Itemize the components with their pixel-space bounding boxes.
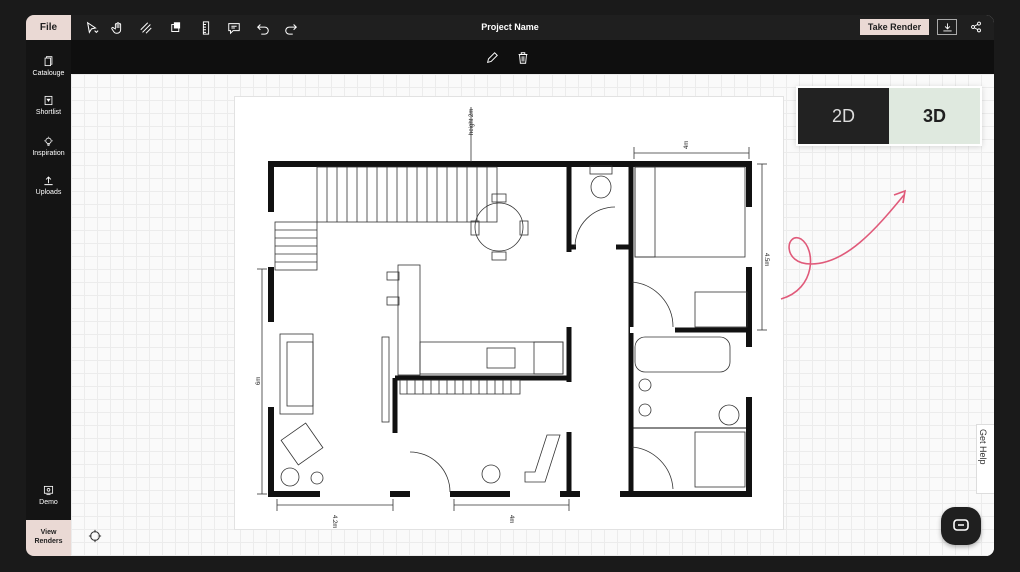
- sidebar-item-label: Demo: [39, 499, 58, 506]
- design-canvas[interactable]: height 2m 6m 4.5m 4m 4.2m 4m 2D 3D Get H…: [71, 74, 994, 556]
- top-toolbar: File Project Name Take Render: [26, 15, 994, 40]
- ruler-icon[interactable]: [197, 19, 215, 36]
- layer-icon[interactable]: [165, 19, 189, 36]
- share-button[interactable]: [967, 19, 985, 35]
- sidebar-item-label: Catalouge: [32, 70, 65, 77]
- trash-icon[interactable]: [514, 49, 532, 66]
- pointer-arrow-icon: [780, 189, 907, 300]
- left-dimension-label: 6m: [256, 377, 262, 385]
- edit-toolbar: [71, 40, 994, 74]
- demo-icon: [43, 485, 54, 496]
- download-button[interactable]: [937, 19, 957, 35]
- comment-icon[interactable]: [225, 19, 243, 36]
- undo-icon[interactable]: [254, 19, 272, 36]
- bottom-left-dimension-label: 4.2m: [331, 515, 337, 528]
- chat-icon: [953, 519, 969, 531]
- sidebar-item-catalogue[interactable]: Catalouge: [26, 56, 71, 94]
- crosshair-icon: [88, 529, 102, 543]
- recenter-button[interactable]: [83, 524, 107, 548]
- sidebar-item-uploads[interactable]: Uploads: [26, 175, 71, 213]
- height-dimension-label: height 2m: [469, 109, 475, 135]
- upload-icon: [44, 176, 53, 186]
- view-mode-toggle: 2D 3D: [796, 86, 982, 146]
- take-render-button[interactable]: Take Render: [860, 19, 929, 35]
- sidebar-item-inspiration[interactable]: Inspiration: [26, 136, 71, 174]
- get-help-tab[interactable]: Get Help: [976, 424, 994, 494]
- sidebar-item-shortlist[interactable]: Shortlist: [26, 95, 71, 133]
- redo-icon[interactable]: [282, 19, 300, 36]
- chat-button[interactable]: [941, 507, 981, 545]
- bulb-icon: [44, 136, 53, 147]
- hatch-icon[interactable]: [137, 19, 155, 36]
- right-dimension-label: 4.5m: [763, 253, 769, 266]
- top-right-dimension-label: 4m: [684, 141, 690, 149]
- bottom-mid-dimension-label: 4m: [508, 515, 514, 523]
- sidebar-item-label: Inspiration: [32, 150, 65, 157]
- view-renders-button[interactable]: View Renders: [26, 520, 71, 556]
- sidebar-item-label: Shortlist: [35, 109, 62, 116]
- sidebar-item-demo[interactable]: Demo: [26, 485, 71, 523]
- bookmark-icon: [44, 95, 53, 106]
- pencil-icon[interactable]: [483, 49, 501, 66]
- floorplan-drawing: height 2m 6m 4.5m 4m 4.2m 4m: [256, 107, 769, 528]
- toggle-3d[interactable]: 3D: [889, 88, 980, 144]
- sidebar: Catalouge Shortlist Inspiration Uploads …: [26, 40, 71, 556]
- toggle-2d[interactable]: 2D: [798, 88, 889, 144]
- share-icon: [971, 21, 981, 33]
- download-icon: [942, 22, 952, 31]
- hand-icon[interactable]: [109, 19, 127, 36]
- file-menu-button[interactable]: File: [26, 15, 71, 40]
- floorplan-sheet: height 2m 6m 4.5m 4m 4.2m 4m: [234, 96, 784, 530]
- select-icon[interactable]: [81, 19, 103, 36]
- book-icon: [44, 56, 53, 67]
- get-help-label: Get Help: [978, 429, 988, 465]
- app-window: File Project Name Take Render Catalouge …: [26, 15, 994, 556]
- sidebar-item-label: Uploads: [35, 189, 62, 196]
